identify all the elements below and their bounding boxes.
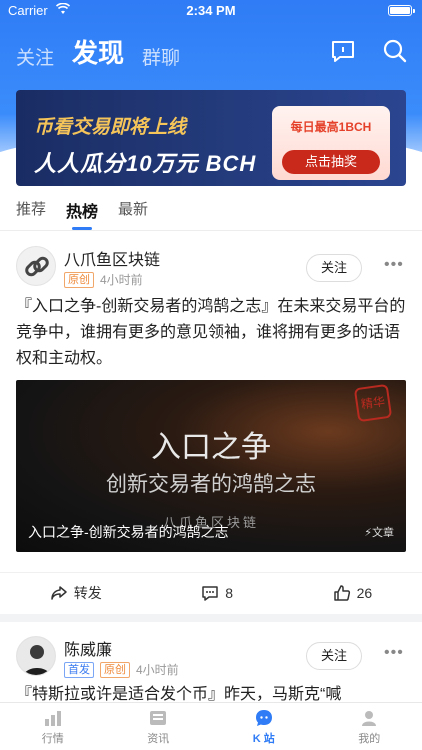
tab-trending[interactable]: 热榜	[66, 198, 98, 230]
post-time: 4小时前	[100, 273, 143, 287]
article-type-label: 文章	[372, 527, 394, 539]
share-button[interactable]: 转发	[50, 583, 102, 603]
lightning-icon: ⚡	[364, 527, 372, 539]
follow-button[interactable]: 关注	[306, 642, 362, 670]
tab-profile-label: 我的	[358, 732, 381, 745]
lottery-card-text: 每日最高1BCH	[290, 120, 372, 134]
search-icon[interactable]	[382, 38, 408, 64]
thumbs-up-icon	[333, 584, 350, 601]
person-photo-icon	[17, 637, 55, 675]
feed-tabs: 推荐 热榜 最新	[16, 198, 148, 230]
status-bar: Carrier 2:34 PM	[0, 0, 422, 22]
first-release-tag: 首发	[64, 661, 94, 678]
image-caption: 入口之争-创新交易者的鸿鹄之志	[28, 524, 229, 540]
post-meta: 原创 4小时前	[64, 271, 143, 288]
tab-market-label: 行情	[41, 732, 64, 745]
tab-follow[interactable]: 关注	[16, 43, 54, 70]
post-actions: 转发 8 26	[0, 572, 422, 612]
follow-button[interactable]: 关注	[306, 254, 362, 282]
share-label: 转发	[73, 584, 102, 601]
tab-discover[interactable]: 发现	[72, 33, 124, 70]
chat-bubble-icon	[255, 709, 272, 726]
tab-recommended[interactable]: 推荐	[16, 198, 46, 230]
section-gap	[0, 614, 422, 622]
battery-icon	[388, 5, 415, 16]
author-name[interactable]: 陈威廉	[64, 636, 112, 660]
original-tag: 原创	[64, 271, 94, 288]
banner-subheadline: 人人瓜分10万元 BCH	[34, 151, 257, 176]
featured-seal: 精华	[353, 383, 393, 423]
comment-count: 8	[225, 584, 234, 601]
tab-k-station[interactable]: K 站	[211, 703, 317, 750]
message-icon[interactable]	[330, 38, 356, 64]
image-title: 入口之争	[151, 431, 271, 464]
post-text: 『特斯拉或许是适合发个币』昨天，马斯克“喊	[16, 686, 342, 702]
tab-latest[interactable]: 最新	[118, 198, 148, 230]
image-subtitle: 创新交易者的鸿鹄之志	[106, 473, 316, 496]
news-icon	[150, 710, 167, 725]
feed-post[interactable]: 八爪鱼区块链 原创 4小时前 关注 ••• 『入口之争-创新交易者的鸿鹄之志』在…	[0, 232, 422, 614]
original-tag: 原创	[100, 661, 130, 678]
top-nav: 关注 发现 群聊	[16, 30, 180, 70]
lottery-card: 每日最高1BCH 点击抽奖	[272, 106, 390, 180]
header-actions	[330, 38, 408, 64]
bottom-tab-bar: 行情 资讯 K 站 我的	[0, 702, 422, 750]
article-badge: ⚡文章	[364, 524, 394, 540]
comment-icon	[202, 585, 219, 601]
chart-bars-icon	[44, 710, 61, 726]
post-image[interactable]: 精华 入口之争 创新交易者的鸿鹄之志 八爪鱼区块链 入口之争-创新交易者的鸿鹄之…	[16, 380, 406, 552]
lottery-button[interactable]: 点击抽奖	[282, 150, 380, 174]
post-text: 『入口之争-创新交易者的鸿鹄之志』在未来交易平台的竞争中，谁拥有更多的意见领袖，…	[16, 298, 406, 367]
tab-profile[interactable]: 我的	[317, 703, 422, 750]
feed-post[interactable]: 陈威廉 首发 原创 4小时前 关注 ••• 『特斯拉或许是适合发个币』昨天，马斯…	[0, 622, 422, 702]
author-name[interactable]: 八爪鱼区块链	[64, 246, 160, 270]
share-icon	[51, 585, 67, 600]
comment-button[interactable]: 8	[201, 584, 233, 602]
avatar[interactable]	[16, 246, 56, 286]
tab-news[interactable]: 资讯	[106, 703, 212, 750]
post-meta: 首发 原创 4小时前	[64, 661, 179, 678]
like-button[interactable]: 26	[333, 584, 373, 602]
post-time: 4小时前	[136, 663, 179, 677]
tab-market[interactable]: 行情	[0, 703, 106, 750]
clock: 2:34 PM	[186, 3, 236, 18]
banner-headline: 币看交易即将上线	[34, 117, 187, 138]
promo-banner[interactable]: 币看交易即将上线 人人瓜分10万元 BCH 每日最高1BCH 点击抽奖	[16, 90, 406, 186]
divider	[0, 230, 422, 231]
tab-k-station-label: K 站	[252, 732, 275, 745]
avatar[interactable]	[16, 636, 56, 676]
tab-group-chat[interactable]: 群聊	[142, 43, 180, 70]
tab-news-label: 资讯	[147, 732, 170, 745]
person-icon	[362, 710, 377, 726]
like-count: 26	[356, 584, 373, 601]
more-icon[interactable]: •••	[384, 256, 404, 274]
more-icon[interactable]: •••	[384, 644, 404, 662]
chain-link-icon	[25, 256, 49, 277]
